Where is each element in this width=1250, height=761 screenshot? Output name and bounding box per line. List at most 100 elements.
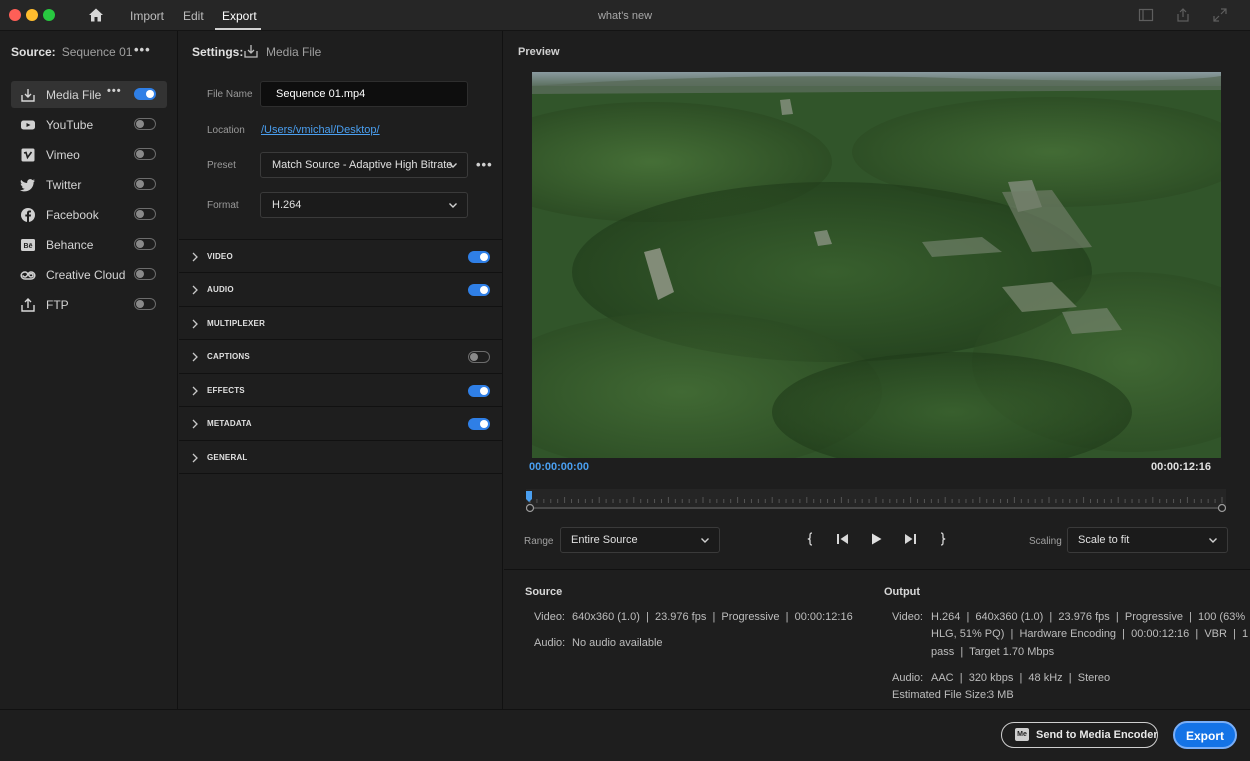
source-video-key: Video: [534,611,565,623]
vimeo-icon [21,148,35,162]
creative-cloud-icon [20,271,36,280]
settings-target: Media File [266,45,322,59]
destination-label: Twitter [46,178,82,192]
preset-label: Preset [207,160,236,171]
destination-behance[interactable]: Bē Behance [11,231,167,258]
section-label: GENERAL [207,453,248,462]
section-video[interactable]: VIDEO [179,239,503,273]
source-label: Source: [11,45,56,59]
chevron-down-icon [449,163,457,168]
destination-media-file[interactable]: Media File ••• [11,81,167,108]
output-video-value-line1: H.264 | 640x360 (1.0) | 23.976 fps | Pro… [931,611,1246,623]
destination-label: Facebook [46,208,99,222]
section-multiplexer[interactable]: MULTIPLEXER [179,306,503,340]
captions-toggle[interactable] [468,351,490,363]
download-icon [21,89,35,102]
preset-dropdown[interactable]: Match Source - Adaptive High Bitrate [260,152,468,178]
section-label: CAPTIONS [207,352,250,361]
preview-title: Preview [518,46,560,58]
destination-twitter[interactable]: Twitter [11,171,167,198]
behance-toggle[interactable] [134,238,156,250]
youtube-toggle[interactable] [134,118,156,130]
output-video-row: Video: H.264 | 640x360 (1.0) | 23.976 fp… [892,609,1248,663]
mark-in-icon[interactable] [803,531,819,547]
destination-creative-cloud[interactable]: Creative Cloud [11,261,167,288]
step-back-icon[interactable] [835,531,851,547]
effects-toggle[interactable] [468,385,490,397]
send-to-media-encoder-button[interactable]: Me Send to Media Encoder [1001,722,1158,748]
scaling-dropdown[interactable]: Scale to fit [1067,527,1228,553]
settings-panel: Settings: Media File File Name Sequence … [179,31,503,709]
panel-layout-icon[interactable] [1138,7,1154,23]
output-video-value-line2: HLG, 51% PQ) | Hardware Encoding | 00:00… [931,628,1249,640]
chevron-right-icon [192,453,198,463]
file-name-input[interactable]: Sequence 01.mp4 [260,81,468,107]
source-header: Source: Sequence 01 [11,45,132,59]
format-dropdown[interactable]: H.264 [260,192,468,218]
window-title: what's new [597,10,653,22]
destination-label: Behance [46,238,94,252]
chevron-down-icon [1209,538,1217,543]
share-icon[interactable] [1175,7,1191,23]
bottom-action-bar: Me Send to Media Encoder Export [0,709,1250,761]
twitter-toggle[interactable] [134,178,156,190]
format-value: H.264 [272,199,302,211]
upload-icon [21,298,35,312]
source-audio-value: No audio available [572,637,663,649]
destination-vimeo[interactable]: Vimeo [11,141,167,168]
section-label: AUDIO [207,285,234,294]
location-link[interactable]: /Users/vmichal/Desktop/ [261,124,380,136]
destination-label: Creative Cloud [46,268,126,282]
range-value: Entire Source [571,534,638,546]
twitter-icon [20,179,35,192]
vimeo-toggle[interactable] [134,148,156,160]
preview-video-frame [532,72,1221,458]
youtube-icon [21,120,35,130]
section-captions[interactable]: CAPTIONS [179,339,503,373]
location-label: Location [207,125,245,136]
range-dropdown[interactable]: Entire Source [560,527,720,553]
destination-label: FTP [46,298,69,312]
step-forward-icon[interactable] [902,531,918,547]
media-file-toggle[interactable] [134,88,156,100]
destination-youtube[interactable]: YouTube [11,111,167,138]
timecode-current: 00:00:00:00 [529,461,589,473]
range-label: Range [524,536,554,547]
output-video-key: Video: [892,611,923,623]
facebook-toggle[interactable] [134,208,156,220]
section-audio[interactable]: AUDIO [179,272,503,306]
chevron-right-icon [192,319,198,329]
settings-label: Settings: [192,45,244,59]
ftp-toggle[interactable] [134,298,156,310]
audio-toggle[interactable] [468,284,490,296]
destination-ftp[interactable]: FTP [11,291,167,318]
section-effects[interactable]: EFFECTS [179,373,503,407]
source-name: Sequence 01 [61,45,133,59]
video-toggle[interactable] [468,251,490,263]
title-bar: Import Edit Export what's new [0,0,1250,31]
chevron-right-icon [192,386,198,396]
media-file-more-icon[interactable]: ••• [107,85,122,97]
play-icon[interactable] [868,531,884,547]
source-more-icon[interactable]: ••• [134,42,151,57]
chevron-down-icon [449,203,457,208]
export-button[interactable]: Export [1173,721,1237,749]
section-label: VIDEO [207,252,233,261]
preset-more-icon[interactable]: ••• [476,157,493,172]
section-metadata[interactable]: METADATA [179,406,503,440]
source-video-value: 640x360 (1.0) | 23.976 fps | Progressive… [572,611,853,623]
mark-out-icon[interactable] [934,531,950,547]
output-audio-key: Audio: [892,672,924,684]
destinations-panel: Source: Sequence 01 ••• Media File ••• Yo… [0,31,178,709]
section-general[interactable]: GENERAL [179,440,503,474]
destination-label: Media File [46,88,102,102]
output-audio-value: AAC | 320 kbps | 48 kHz | Stereo [931,672,1111,684]
destination-facebook[interactable]: Facebook [11,201,167,228]
timeline-scrubber[interactable] [526,489,1226,515]
section-label: EFFECTS [207,386,245,395]
output-video-value-line3: pass | Target 1.70 Mbps [931,646,1055,658]
active-tab-indicator [215,28,261,30]
metadata-toggle[interactable] [468,418,490,430]
fullscreen-icon[interactable] [1212,7,1228,23]
creative-cloud-toggle[interactable] [134,268,156,280]
